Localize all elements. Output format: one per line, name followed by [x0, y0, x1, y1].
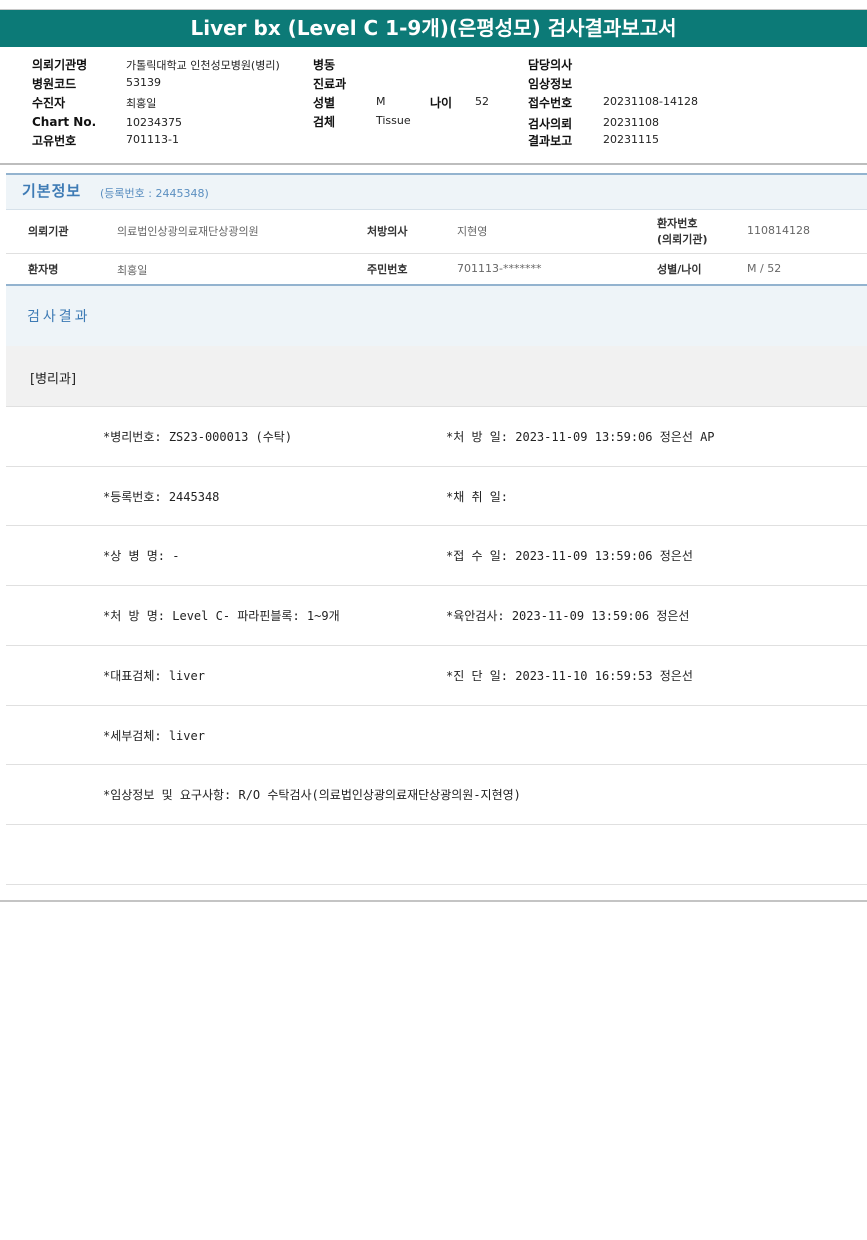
doctor-label: 처방의사	[367, 225, 408, 238]
header-label-patient: 수진자	[32, 96, 66, 110]
header-label-ward: 병동	[313, 58, 336, 72]
patient-name-value: 최홍일	[117, 264, 148, 277]
sex-age-label: 성별/나이	[657, 263, 702, 276]
header-value-sex: M	[376, 95, 386, 108]
result-row-divider	[6, 585, 867, 586]
result-row-divider	[6, 764, 867, 765]
department-label: [병리과]	[30, 372, 77, 387]
result-detail-specimen: *세부검체: liver	[103, 729, 205, 743]
patient-no-value: 110814128	[747, 224, 810, 237]
header-label-age: 나이	[430, 96, 453, 110]
institution-label: 의뢰기관	[28, 225, 69, 238]
top-border	[0, 0, 867, 10]
basic-info-title: 기본정보	[22, 182, 82, 200]
result-clinical-info: *임상정보 및 요구사항: R/O 수탁검사(의료법인상광의료재단상광의원-지현…	[103, 788, 521, 802]
result-prescription-name: *처 방 명: Level C- 파라핀블록: 1~9개	[103, 609, 340, 623]
header-value-specimen: Tissue	[376, 114, 411, 127]
header-value-chart-no: 10234375	[126, 116, 182, 129]
header-value-receipt-no: 20231108-14128	[603, 95, 698, 108]
results-title: 검사결과	[27, 309, 91, 325]
result-diagnosis-date: *진 단 일: 2023-11-10 16:59:53 정은선	[446, 669, 693, 683]
result-row-divider	[6, 645, 867, 646]
report-title: Liver bx (Level C 1-9개)(은평성모) 검사결과보고서	[0, 10, 867, 47]
result-diagnosis-name: *상 병 명: -	[103, 549, 180, 563]
header-label-request-date: 검사의뢰	[528, 117, 573, 131]
department-band	[6, 346, 867, 407]
header-value-patient: 최홍일	[126, 97, 157, 110]
header-label-unique-no: 고유번호	[32, 134, 77, 148]
sex-age-value: M / 52	[747, 262, 782, 275]
results-header	[6, 284, 867, 348]
result-registration-no: *등록번호: 2445348	[103, 490, 220, 504]
result-receipt-date: *접 수 일: 2023-11-09 13:59:06 정은선	[446, 549, 693, 563]
header-label-report-date: 결과보고	[528, 134, 573, 148]
patient-name-label: 환자명	[28, 263, 59, 276]
result-row-divider	[6, 824, 867, 825]
result-gross-exam: *육안검사: 2023-11-09 13:59:06 정은선	[446, 609, 690, 623]
bottom-divider	[0, 900, 867, 902]
basic-info-row-divider	[6, 253, 867, 254]
header-label-specimen: 검체	[313, 115, 336, 129]
header-label-clinical-info: 임상정보	[528, 77, 573, 91]
header-divider	[0, 163, 867, 165]
header-label-institution: 의뢰기관명	[32, 58, 88, 72]
patient-no-label: 환자번호	[657, 217, 698, 230]
header-value-hospital-code: 53139	[126, 76, 161, 89]
result-row-divider	[6, 525, 867, 526]
result-collection-date: *채 취 일:	[446, 490, 509, 504]
rrn-label: 주민번호	[367, 263, 408, 276]
header-value-institution: 가톨릭대학교 인천성모병원(병리)	[126, 59, 280, 72]
basic-info-registration: (등록번호 : 2445348)	[100, 187, 209, 200]
result-row-divider	[6, 705, 867, 706]
header-label-attending: 담당의사	[528, 58, 573, 72]
header-label-receipt-no: 접수번호	[528, 96, 573, 110]
rrn-value: 701113-*******	[457, 262, 542, 275]
header-value-report-date: 20231115	[603, 133, 659, 146]
institution-value: 의료법인상광의료재단상광의원	[117, 225, 259, 238]
header-label-chart-no: Chart No.	[32, 115, 97, 129]
patient-no-sublabel: (의뢰기관)	[657, 233, 708, 246]
header-value-request-date: 20231108	[603, 116, 659, 129]
result-main-specimen: *대표검체: liver	[103, 669, 205, 683]
result-prescription-date: *처 방 일: 2023-11-09 13:59:06 정은선 AP	[446, 430, 715, 444]
result-pathology-no: *병리번호: ZS23-000013 (수탁)	[103, 430, 293, 444]
header-label-hospital-code: 병원코드	[32, 77, 77, 91]
header-value-age: 52	[475, 95, 489, 108]
header-value-unique-no: 701113-1	[126, 133, 179, 146]
result-row-divider	[6, 466, 867, 467]
result-row-divider	[6, 884, 867, 885]
doctor-value: 지현영	[457, 225, 488, 238]
header-label-department: 진료과	[313, 77, 347, 91]
header-label-sex: 성별	[313, 96, 336, 110]
